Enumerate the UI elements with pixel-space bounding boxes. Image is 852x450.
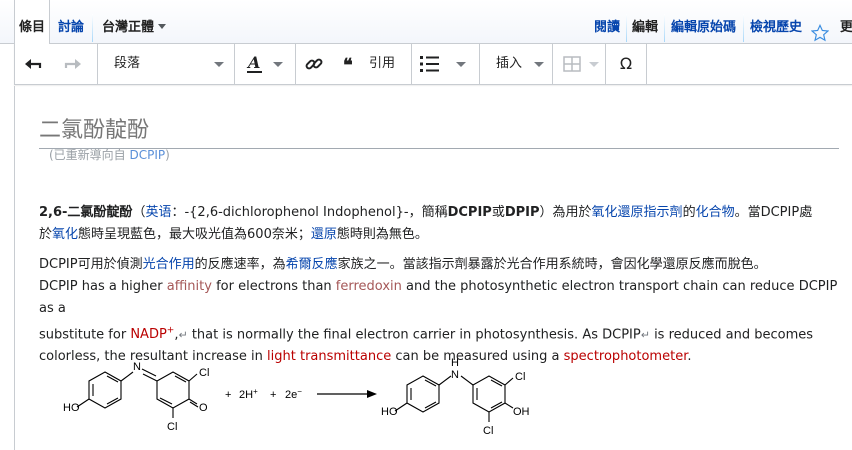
cite-button[interactable]: ❝ 引用 <box>335 44 405 84</box>
link-affinity[interactable]: affinity <box>167 279 212 294</box>
link-compound[interactable]: 化合物 <box>696 205 735 220</box>
redirect-source-link[interactable]: DCPIP <box>130 148 166 162</box>
reduced-dcpip-structure <box>394 375 514 422</box>
star-icon <box>810 23 830 41</box>
svg-text:N: N <box>133 361 141 373</box>
insert-label: 插入 <box>496 56 523 71</box>
svg-text:+: + <box>270 389 276 401</box>
svg-text:O: O <box>199 402 208 414</box>
tab-separator <box>664 14 665 42</box>
link-nadp[interactable]: NADP+ <box>130 326 174 342</box>
variant-label: 台灣正體 <box>102 20 155 35</box>
tab-separator <box>92 14 93 42</box>
redo-button[interactable] <box>63 44 89 84</box>
tab-history[interactable]: 檢視歷史 <box>750 0 802 44</box>
svg-text:Cl: Cl <box>483 425 493 437</box>
insert-link-button[interactable] <box>296 44 332 84</box>
svg-text:H: H <box>451 357 459 369</box>
tab-more[interactable]: 更 <box>840 0 852 44</box>
paragraph-format-dropdown[interactable]: 段落 <box>98 44 234 84</box>
page-title: 二氯酚靛酚 <box>39 112 839 149</box>
link-hill-reaction[interactable]: 希爾反應 <box>286 257 338 272</box>
svg-text:A: A <box>246 53 260 72</box>
svg-text:2H+: 2H+ <box>239 387 258 401</box>
variant-dropdown[interactable]: 台灣正體 <box>102 0 167 44</box>
svg-text:+: + <box>225 389 231 401</box>
omega-icon: Ω <box>619 54 633 73</box>
bullet-list-icon <box>420 56 439 72</box>
cite-label: 引用 <box>369 56 396 71</box>
tab-separator <box>743 14 744 42</box>
link-english[interactable]: 英语 <box>145 205 171 220</box>
reaction-arrow <box>317 390 377 398</box>
table-icon <box>563 56 581 72</box>
text-style-icon: A <box>246 53 262 73</box>
special-character-button[interactable]: Ω <box>606 44 646 84</box>
svg-text:HO: HO <box>63 402 80 414</box>
reaction-scheme-image[interactable]: HO N Cl O Cl + 2H+ + 2e− HO H N Cl OH Cl <box>45 354 545 450</box>
table-dropdown[interactable] <box>553 44 605 84</box>
chevron-down-icon <box>589 62 599 67</box>
redo-icon <box>64 58 81 69</box>
page-tabs-bar: 條目 討論 台灣正體 閱讀 編輯 編輯原始碼 檢視歷史 更 <box>0 0 852 45</box>
chevron-down-icon <box>456 62 466 67</box>
chevron-down-icon <box>158 24 167 29</box>
svg-text:OH: OH <box>513 406 530 418</box>
link-ferredoxin[interactable]: ferredoxin <box>336 279 402 294</box>
undo-button[interactable] <box>23 44 49 84</box>
chevron-down-icon <box>214 62 224 67</box>
tab-separator <box>626 14 627 42</box>
text-style-dropdown[interactable]: A <box>235 44 295 84</box>
redirect-notice: (已重新導向自 DCPIP) <box>49 148 170 162</box>
link-icon <box>305 58 323 70</box>
svg-text:2e−: 2e− <box>285 387 302 401</box>
body-paragraph: DCPIP可用於偵測光合作用的反應速率，為希爾反應家族之一。當該指示劑暴露於光合… <box>39 257 838 365</box>
oxidized-dcpip-structure <box>76 368 199 418</box>
undo-icon <box>25 58 42 69</box>
list-dropdown[interactable] <box>412 44 476 84</box>
svg-text:Cl: Cl <box>167 421 177 433</box>
svg-text:Cl: Cl <box>199 367 209 379</box>
quote-icon: ❝ <box>343 55 353 76</box>
toolbar-separator <box>646 44 647 84</box>
lead-paragraph: 2,6-二氯酚靛酚（英语：-{2,6-dichlorophenol Indoph… <box>39 205 813 242</box>
bold-name: 2,6-二氯酚靛酚 <box>39 205 133 220</box>
tab-edit-source[interactable]: 編輯原始碼 <box>671 0 736 44</box>
link-oxidized[interactable]: 氧化 <box>52 227 78 242</box>
svg-text:Cl: Cl <box>515 371 525 383</box>
svg-text:N: N <box>451 369 459 381</box>
link-redox-indicator[interactable]: 氧化還原指示劑 <box>592 205 683 220</box>
svg-text:HO: HO <box>381 406 398 418</box>
link-photosynthesis[interactable]: 光合作用 <box>143 257 195 272</box>
return-mark-icon: ↵ <box>640 328 650 342</box>
watch-star-button[interactable] <box>810 0 830 42</box>
tab-talk[interactable]: 討論 <box>58 0 84 44</box>
tab-article[interactable]: 條目 <box>14 0 50 45</box>
link-spectrophotometer[interactable]: spectrophotometer <box>564 349 688 364</box>
visual-editor-toolbar: 段落 A ❝ 引用 插入 Ω <box>14 44 852 85</box>
tab-read[interactable]: 閱讀 <box>594 0 620 44</box>
insert-dropdown[interactable]: 插入 <box>480 44 552 84</box>
paragraph-format-label: 段落 <box>114 56 141 71</box>
return-mark-icon: ↵ <box>178 328 188 342</box>
chevron-down-icon <box>534 62 544 67</box>
editor-content-area[interactable]: 二氯酚靛酚 (已重新導向自 DCPIP) 2,6-二氯酚靛酚（英语：-{2,6-… <box>14 86 852 450</box>
chevron-down-icon <box>273 62 283 67</box>
link-reduced[interactable]: 還原 <box>311 227 337 242</box>
tab-edit[interactable]: 編輯 <box>632 0 658 44</box>
